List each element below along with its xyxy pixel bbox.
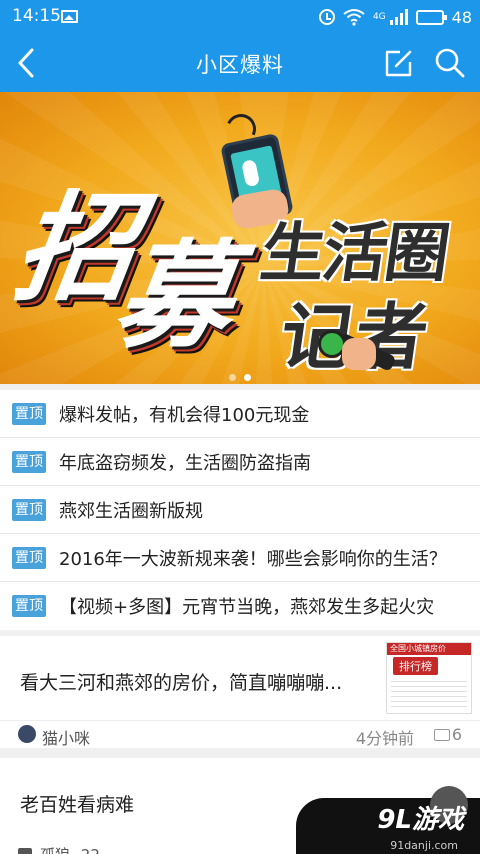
status-bar: 14:15 4G 48: [0, 0, 480, 34]
pinned-item-title: 爆料发帖，有机会得100元现金: [59, 404, 310, 426]
thumbnail-title: 排行榜: [393, 657, 438, 675]
network-type: 4G: [372, 11, 386, 22]
post-author[interactable]: 猫小咪: [42, 725, 90, 749]
signal-icon: [389, 9, 408, 25]
pinned-item-title: 年底盗窃频发，生活圈防盗指南: [59, 452, 311, 474]
banner-text-mu: 募: [107, 229, 243, 364]
alarm-icon: [318, 9, 335, 25]
avatar[interactable]: [18, 725, 36, 743]
pinned-item[interactable]: 置顶 【视频+多图】元宵节当晚，燕郊发生多起火灾: [0, 582, 480, 630]
pinned-badge: 置顶: [12, 450, 46, 473]
pinned-badge: 置顶: [12, 546, 46, 569]
wifi-icon: [343, 9, 365, 26]
post-time: 4分钟前: [355, 729, 414, 748]
carousel-dot[interactable]: [229, 374, 236, 381]
thumbnail-header-text: 全国小城镇房价: [390, 644, 446, 653]
status-icons: 4G 48: [318, 6, 472, 28]
post-footer: 猫小咪 4分钟前 6: [0, 720, 480, 748]
pinned-badge: 置顶: [12, 595, 46, 617]
image-notification-icon: [61, 10, 78, 23]
pinned-list: 置顶 爆料发帖，有机会得100元现金 置顶 年底盗窃频发，生活圈防盗指南 置顶 …: [0, 390, 480, 630]
post-author[interactable]: 孤狼 22: [40, 844, 100, 854]
thumbnail-table: [391, 677, 467, 709]
pinned-item-title: 【视频+多图】元宵节当晚，燕郊发生多起火灾: [59, 597, 435, 618]
promo-banner[interactable]: 招 募 生活圈 记者: [0, 92, 480, 384]
post-title: 老百姓看病难: [20, 794, 135, 816]
pinned-item[interactable]: 置顶 爆料发帖，有机会得100元现金: [0, 390, 480, 438]
post-card[interactable]: 看大三河和燕郊的房价，简直嘣嘣嘣... 全国小城镇房价 排行榜 猫小咪 4分钟前…: [0, 636, 480, 748]
carousel-dot-active[interactable]: [244, 374, 251, 381]
thumbnail-header: 全国小城镇房价: [387, 643, 471, 655]
pinned-badge: 置顶: [12, 498, 46, 521]
post-title: 看大三河和燕郊的房价，简直嘣嘣嘣...: [20, 672, 343, 694]
battery-level: 48: [451, 7, 472, 27]
watermark-brand: 9L游戏: [377, 805, 464, 835]
pinned-item[interactable]: 置顶 2016年一大波新规来袭！哪些会影响你的生活？: [0, 534, 480, 582]
search-icon[interactable]: [434, 47, 466, 79]
post-time: 22: [81, 846, 100, 854]
title-bar: 小区爆料: [0, 34, 480, 92]
battery-icon: [415, 9, 447, 25]
comment-count: 6: [451, 725, 462, 744]
comment-icon: [434, 729, 450, 741]
carousel-indicator: [0, 366, 480, 384]
status-time: 14:15: [12, 6, 61, 26]
pinned-item[interactable]: 置顶 燕郊生活圈新版规: [0, 486, 480, 534]
avatar[interactable]: [18, 848, 32, 854]
post-thumbnail[interactable]: 全国小城镇房价 排行榜: [386, 642, 472, 714]
pinned-badge: 置顶: [12, 402, 46, 425]
pinned-item-title: 燕郊生活圈新版规: [59, 500, 203, 522]
pinned-item-title: 2016年一大波新规来袭！哪些会影响你的生活？: [59, 548, 447, 570]
compose-icon[interactable]: [384, 48, 414, 78]
watermark-url: 91danji.com: [390, 839, 458, 852]
app-screen: 14:15 4G 48 小区爆料 招 募 生活圈 记者 置顶 爆料发帖，有机会得…: [0, 0, 480, 854]
watermark: 9L游戏 91danji.com: [296, 786, 480, 854]
pinned-item[interactable]: 置顶 年底盗窃频发，生活圈防盗指南: [0, 438, 480, 486]
